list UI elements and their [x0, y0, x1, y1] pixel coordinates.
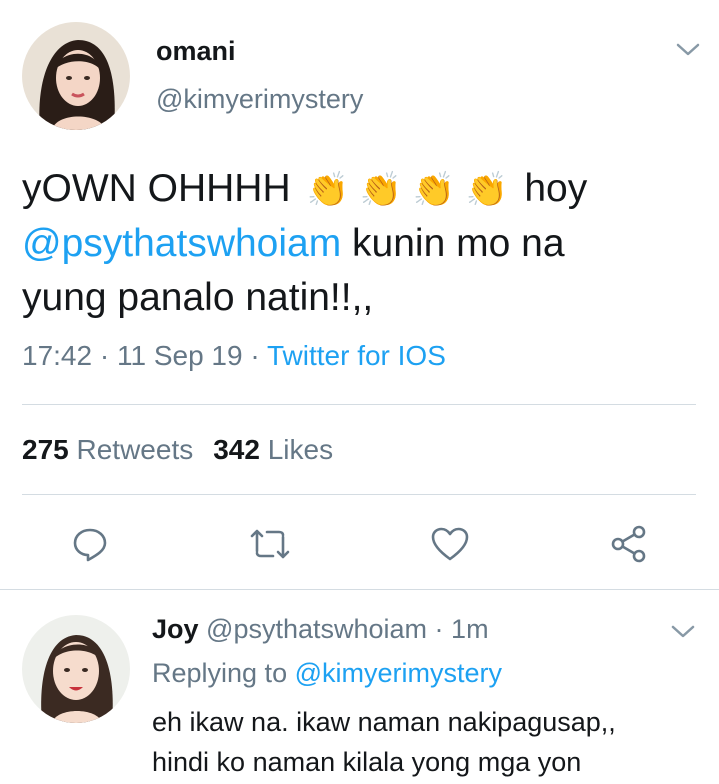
- like-button[interactable]: [428, 522, 472, 566]
- tweet-text: yOWN OHHHH 👏 👏 👏 👏 hoy @psythatswhoiam kuni…: [22, 162, 702, 325]
- clapping-hands-icon: 👏: [412, 171, 456, 209]
- clapping-hands-icon: 👏: [306, 171, 350, 209]
- tweet-time: 17:42: [22, 340, 93, 371]
- reply-text-line: eh ikaw na. ikaw naman nakipagusap,,: [152, 707, 616, 737]
- tweet-stats: 275 Retweets 342 Likes: [22, 434, 333, 466]
- likes-stat[interactable]: 342 Likes: [213, 434, 333, 465]
- replying-to: Replying to @kimyerimystery: [152, 658, 502, 689]
- like-icon: [431, 527, 469, 561]
- retweets-label: Retweets: [76, 434, 194, 465]
- retweet-icon: [250, 529, 290, 559]
- likes-count: 342: [213, 434, 260, 465]
- reply-button[interactable]: [68, 522, 112, 566]
- avatar[interactable]: [22, 22, 130, 130]
- retweet-button[interactable]: [248, 522, 292, 566]
- likes-label: Likes: [267, 434, 334, 465]
- divider: [22, 404, 696, 405]
- retweets-stat[interactable]: 275 Retweets: [22, 434, 193, 465]
- replying-to-label: Replying to: [152, 658, 288, 688]
- tweet-text-part: yOWN OHHHH: [22, 167, 291, 210]
- tweet-text-part: kunin mo na: [341, 222, 565, 265]
- replying-to-link[interactable]: @kimyerimystery: [295, 658, 502, 688]
- author-handle[interactable]: @kimyerimystery: [156, 84, 363, 115]
- avatar[interactable]: [22, 615, 130, 723]
- reply-tweet[interactable]: Joy @psythatswhoiam · 1m Replying to @ki…: [0, 590, 719, 784]
- share-button[interactable]: [607, 522, 651, 566]
- chevron-down-icon[interactable]: [670, 624, 696, 640]
- author-name[interactable]: omani: [156, 36, 236, 67]
- divider: [22, 494, 696, 495]
- mention-link[interactable]: @psythatswhoiam: [22, 222, 341, 265]
- share-icon: [611, 525, 646, 563]
- reply-age: 1m: [451, 614, 489, 644]
- chevron-down-icon[interactable]: [675, 42, 701, 58]
- tweet-source-link[interactable]: Twitter for IOS: [267, 340, 446, 371]
- main-tweet: omani @kimyerimystery yOWN OHHHH 👏 👏 👏 👏 ho…: [0, 0, 719, 590]
- retweets-count: 275: [22, 434, 69, 465]
- meta-separator: ·: [242, 340, 267, 371]
- tweet-text-part: yung panalo natin!!,,: [22, 276, 374, 319]
- tweet-date: 11 Sep 19: [116, 340, 243, 371]
- reply-text-line: hindi ko naman kilala yong mga yon: [152, 747, 582, 777]
- clapping-hands-icon: 👏: [465, 171, 509, 209]
- reply-text: eh ikaw na. ikaw naman nakipagusap,, hin…: [152, 702, 692, 782]
- meta-separator: ·: [92, 340, 117, 371]
- tweet-meta: 17:42 · 11 Sep 19 · Twitter for IOS: [22, 340, 446, 372]
- meta-separator: ·: [427, 614, 452, 644]
- reply-author-handle[interactable]: @psythatswhoiam: [206, 614, 427, 644]
- clapping-hands-icon: 👏: [359, 171, 403, 209]
- tweet-text-part: hoy: [524, 167, 588, 210]
- reply-icon: [73, 528, 107, 562]
- reply-author-name[interactable]: Joy: [152, 614, 199, 644]
- reply-header: Joy @psythatswhoiam · 1m: [152, 614, 489, 645]
